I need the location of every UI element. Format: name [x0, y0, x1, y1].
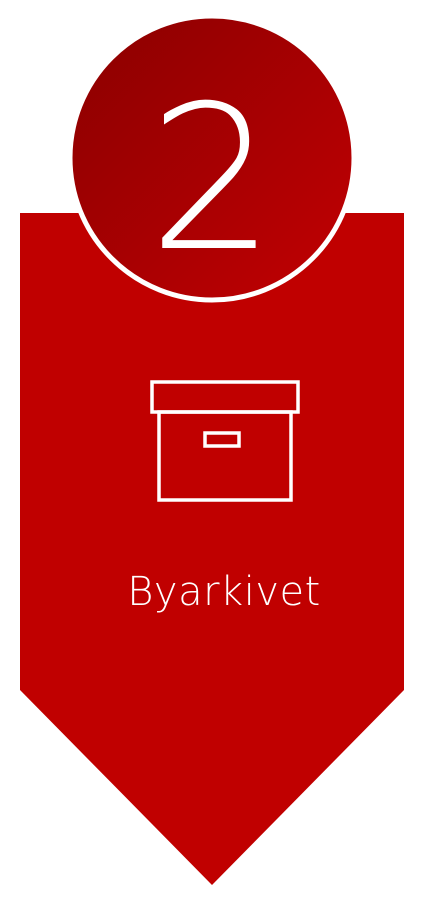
step-banner: 2 Byarkivet [0, 0, 424, 901]
banner-arrow-shape [20, 213, 404, 885]
step-label: Byarkivet [127, 569, 321, 615]
step-banner-graphic: 2 Byarkivet [20, 13, 404, 885]
step-number: 2 [148, 63, 275, 296]
